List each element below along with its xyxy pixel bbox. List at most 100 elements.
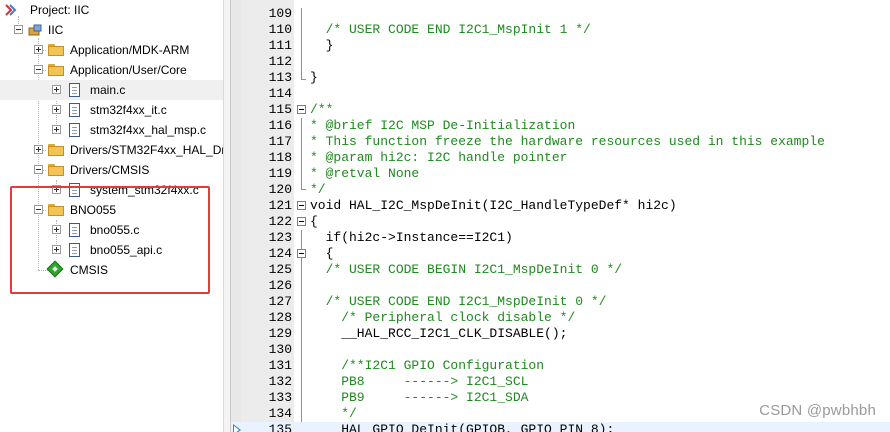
code-line[interactable]: 123 if(hi2c->Instance==I2C1) bbox=[231, 230, 890, 246]
code-text: /**I2C1 GPIO Configuration bbox=[310, 358, 545, 373]
line-number: 117 bbox=[268, 134, 292, 149]
code-line[interactable]: 127 /* USER CODE END I2C1_MspDeInit 0 */ bbox=[231, 294, 890, 310]
line-number: 124 bbox=[268, 246, 292, 261]
line-number: 112 bbox=[268, 54, 292, 69]
expand-icon[interactable] bbox=[52, 245, 61, 254]
tree-item-label: Drivers/CMSIS bbox=[70, 163, 150, 177]
code-line[interactable]: 128 /* Peripheral clock disable */ bbox=[231, 310, 890, 326]
code-line[interactable]: 135 HAL_GPIO_DeInit(GPIOB, GPIO_PIN_8); bbox=[231, 422, 890, 432]
code-text: { bbox=[310, 214, 318, 229]
tree-component-cmsis[interactable]: CMSIS bbox=[0, 260, 223, 280]
code-text: HAL_GPIO_DeInit(GPIOB, GPIO_PIN_8); bbox=[310, 422, 615, 432]
collapse-icon[interactable] bbox=[14, 25, 23, 34]
line-number: 122 bbox=[268, 214, 292, 229]
code-line[interactable]: 113} bbox=[231, 70, 890, 86]
code-text: * @retval None bbox=[310, 166, 420, 181]
fold-toggle-icon[interactable] bbox=[297, 249, 306, 258]
tree-file-bno055-c[interactable]: bno055.c bbox=[0, 220, 223, 240]
code-text: /** bbox=[310, 102, 334, 117]
code-text: { bbox=[310, 246, 334, 261]
project-tree: Project: IIC IIC Application/MDK-ARM App… bbox=[0, 0, 223, 432]
fold-toggle-icon[interactable] bbox=[297, 105, 306, 114]
line-number: 135 bbox=[268, 422, 292, 432]
expand-icon[interactable] bbox=[34, 145, 43, 154]
folder-icon bbox=[48, 144, 64, 156]
tree-item-label: BNO055 bbox=[70, 203, 117, 217]
collapse-icon[interactable] bbox=[34, 205, 43, 214]
current-line-arrow-icon bbox=[233, 424, 241, 432]
code-text: if(hi2c->Instance==I2C1) bbox=[310, 230, 513, 245]
line-number: 126 bbox=[268, 278, 292, 293]
code-line[interactable]: 121 void HAL_I2C_MspDeInit(I2C_HandleType… bbox=[231, 198, 890, 214]
line-number: 114 bbox=[268, 86, 292, 101]
tree-file-stm32f4xx-hal-msp[interactable]: stm32f4xx_hal_msp.c bbox=[0, 120, 223, 140]
code-line[interactable]: 119 * @retval None bbox=[231, 166, 890, 182]
tree-group-application-mdk-arm[interactable]: Application/MDK-ARM bbox=[0, 40, 223, 60]
code-text: __HAL_RCC_I2C1_CLK_DISABLE(); bbox=[310, 326, 568, 341]
line-number: 123 bbox=[268, 230, 292, 245]
code-line[interactable]: 125 /* USER CODE BEGIN I2C1_MspDeInit 0 … bbox=[231, 262, 890, 278]
code-line[interactable]: 126 bbox=[231, 278, 890, 294]
tree-file-stm32f4xx-it[interactable]: stm32f4xx_it.c bbox=[0, 100, 223, 120]
code-text: void HAL_I2C_MspDeInit(I2C_HandleTypeDef… bbox=[310, 198, 677, 213]
tree-file-bno055-api-c[interactable]: bno055_api.c bbox=[0, 240, 223, 260]
code-text: /* USER CODE END I2C1_MspInit 1 */ bbox=[310, 22, 591, 37]
folder-icon bbox=[48, 64, 64, 76]
fold-toggle-icon[interactable] bbox=[297, 217, 306, 226]
fold-toggle-icon[interactable] bbox=[297, 201, 306, 210]
folder-icon bbox=[48, 44, 64, 56]
code-line[interactable]: 110 /* USER CODE END I2C1_MspInit 1 */ bbox=[231, 22, 890, 38]
code-text: * This function freeze the hardware reso… bbox=[310, 134, 825, 149]
watermark-text: CSDN @pwbhbh bbox=[759, 402, 876, 419]
tree-group-bno055[interactable]: BNO055 bbox=[0, 200, 223, 220]
expand-icon[interactable] bbox=[34, 45, 43, 54]
file-icon bbox=[69, 83, 80, 97]
code-text: /* Peripheral clock disable */ bbox=[310, 310, 576, 325]
code-line[interactable]: 111 } bbox=[231, 38, 890, 54]
code-line[interactable]: 116 * @brief I2C MSP De-Initialization bbox=[231, 118, 890, 134]
tree-group-drivers-hal[interactable]: Drivers/STM32F4xx_HAL_Driv bbox=[0, 140, 223, 160]
line-number: 130 bbox=[268, 342, 292, 357]
expand-icon[interactable] bbox=[52, 185, 61, 194]
tree-group-drivers-cmsis[interactable]: Drivers/CMSIS bbox=[0, 160, 223, 180]
collapse-icon[interactable] bbox=[34, 65, 43, 74]
code-line[interactable]: 130 bbox=[231, 342, 890, 358]
code-text: /* USER CODE END I2C1_MspDeInit 0 */ bbox=[310, 294, 607, 309]
code-line[interactable]: 129 __HAL_RCC_I2C1_CLK_DISABLE(); bbox=[231, 326, 890, 342]
tree-item-label: stm32f4xx_it.c bbox=[90, 103, 167, 117]
pane-splitter[interactable] bbox=[223, 0, 231, 432]
code-line[interactable]: 118 * @param hi2c: I2C handle pointer bbox=[231, 150, 890, 166]
code-line[interactable]: 114 bbox=[231, 86, 890, 102]
code-line[interactable]: 124 { bbox=[231, 246, 890, 262]
code-line[interactable]: 120 */ bbox=[231, 182, 890, 198]
line-number: 116 bbox=[268, 118, 292, 133]
code-text: PB9 ------> I2C1_SDA bbox=[310, 390, 529, 405]
code-line[interactable]: 117 * This function freeze the hardware r… bbox=[231, 134, 890, 150]
tree-file-main-c[interactable]: main.c bbox=[0, 80, 223, 100]
code-text: * @brief I2C MSP De-Initialization bbox=[310, 118, 576, 133]
tree-group-application-user-core[interactable]: Application/User/Core bbox=[0, 60, 223, 80]
expand-icon[interactable] bbox=[52, 85, 61, 94]
tree-target-iic[interactable]: IIC bbox=[0, 20, 223, 40]
collapse-icon[interactable] bbox=[34, 165, 43, 174]
code-editor[interactable]: 109 110 /* USER CODE END I2C1_MspInit 1 *… bbox=[231, 0, 890, 432]
code-line[interactable]: 109 bbox=[231, 6, 890, 22]
folder-icon bbox=[48, 164, 64, 176]
tree-item-label: bno055.c bbox=[90, 223, 140, 237]
tree-item-label: CMSIS bbox=[70, 263, 109, 277]
expand-icon[interactable] bbox=[52, 125, 61, 134]
tree-item-label: bno055_api.c bbox=[90, 243, 163, 257]
expand-icon[interactable] bbox=[52, 225, 61, 234]
tree-root-project[interactable]: Project: IIC bbox=[0, 0, 223, 20]
file-icon bbox=[69, 183, 80, 197]
tree-item-label: Drivers/STM32F4xx_HAL_Driv bbox=[70, 143, 223, 157]
line-number: 113 bbox=[268, 70, 292, 85]
tree-file-system-stm32f4xx[interactable]: system_stm32f4xx.c bbox=[0, 180, 223, 200]
code-line[interactable]: 122 { bbox=[231, 214, 890, 230]
code-line[interactable]: 112 bbox=[231, 54, 890, 70]
code-line[interactable]: 115 /** bbox=[231, 102, 890, 118]
tree-item-label: Application/User/Core bbox=[70, 63, 187, 77]
code-line[interactable]: 131 /**I2C1 GPIO Configuration bbox=[231, 358, 890, 374]
code-line[interactable]: 132 PB8 ------> I2C1_SCL bbox=[231, 374, 890, 390]
expand-icon[interactable] bbox=[52, 105, 61, 114]
